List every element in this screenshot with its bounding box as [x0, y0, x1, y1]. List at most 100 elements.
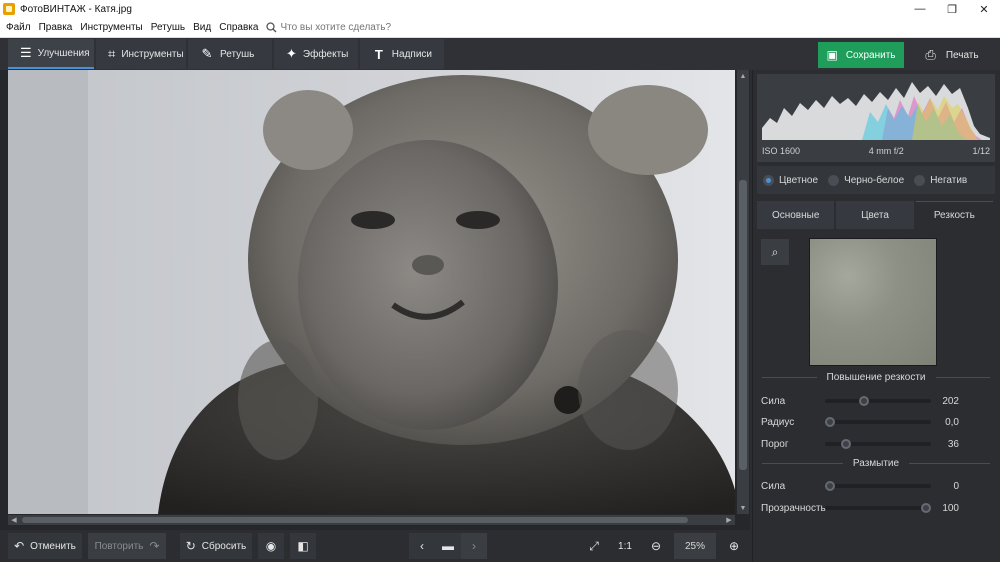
- slider-value: 202: [942, 395, 959, 407]
- menu-edit[interactable]: Правка: [35, 22, 77, 33]
- restore-button[interactable]: ❐: [936, 0, 968, 18]
- folder-icon: ▬: [442, 539, 454, 553]
- reset-icon: ↻: [185, 539, 196, 553]
- exif-info: ISO 1600 4 mm f/2 1/12: [762, 146, 990, 156]
- blur-strength-slider[interactable]: Сила 0: [761, 479, 991, 493]
- window-title: ФотоВИНТАЖ - Катя.jpg: [20, 3, 132, 15]
- print-label: Печать: [945, 49, 979, 61]
- slider-label: Радиус: [761, 416, 795, 428]
- horizontal-scroll-thumb[interactable]: [22, 517, 688, 523]
- undo-button[interactable]: ↶ Отменить: [8, 533, 82, 559]
- menu-view[interactable]: Вид: [189, 22, 215, 33]
- histogram-graph: [762, 82, 990, 140]
- crop-icon: ⌗: [108, 46, 116, 61]
- mode-bw-radio[interactable]: Черно-белое: [828, 174, 904, 186]
- close-button[interactable]: ✕: [968, 0, 1000, 18]
- scroll-right-icon[interactable]: ▶: [723, 515, 735, 525]
- minimize-button[interactable]: —: [904, 0, 936, 18]
- print-button[interactable]: ⎙ Печать: [908, 42, 996, 68]
- plus-circle-icon: ⊕: [728, 539, 740, 553]
- tab-captions[interactable]: T Надписи: [360, 39, 444, 69]
- horizontal-scrollbar[interactable]: ◀ ▶: [8, 515, 735, 525]
- previous-image-button[interactable]: ‹: [409, 533, 435, 559]
- open-folder-button[interactable]: ▬: [435, 533, 461, 559]
- reset-button[interactable]: ↻ Сбросить: [180, 533, 252, 559]
- slider-knob[interactable]: [841, 439, 851, 449]
- slider-knob[interactable]: [921, 503, 931, 513]
- section-title-text: Повышение резкости: [826, 372, 926, 383]
- search-input[interactable]: [280, 22, 441, 33]
- magic-wand-icon: ✦: [286, 46, 297, 61]
- slider-track[interactable]: [825, 396, 931, 406]
- color-mode-selector: Цветное Черно-белое Негатив: [757, 166, 995, 194]
- brush-icon: ✎: [201, 46, 213, 61]
- fit-to-window-button[interactable]: ⤢: [582, 533, 606, 559]
- zoom-in-button[interactable]: ⊕: [722, 533, 746, 559]
- adjustment-tabs: Основные Цвета Резкость: [757, 201, 995, 229]
- tab-tools[interactable]: ⌗ Инструменты: [96, 39, 186, 69]
- slider-knob[interactable]: [859, 396, 869, 406]
- tab-effects[interactable]: ✦ Эффекты: [274, 39, 358, 69]
- sharpen-strength-slider[interactable]: Сила 202: [761, 394, 991, 408]
- radio-icon: [914, 174, 926, 186]
- vertical-scroll-thumb[interactable]: [739, 180, 747, 470]
- scroll-left-icon[interactable]: ◀: [8, 515, 20, 525]
- shutter-value: 1/12: [972, 146, 990, 156]
- slider-label: Порог: [761, 438, 789, 450]
- sliders-icon: ☰: [20, 45, 32, 60]
- section-title-text: Размытие: [852, 458, 900, 469]
- slider-knob[interactable]: [825, 481, 835, 491]
- sharpen-radius-slider[interactable]: Радиус 0,0: [761, 415, 991, 429]
- radio-icon: [828, 174, 840, 186]
- mode-label: Цветное: [779, 174, 819, 186]
- zoom-out-button[interactable]: ⊖: [644, 533, 668, 559]
- tab-sharpness[interactable]: Резкость: [915, 201, 993, 229]
- window-controls: — ❐ ✕: [904, 0, 1000, 18]
- menu-tools[interactable]: Инструменты: [76, 22, 146, 33]
- mode-label: Негатив: [930, 174, 968, 186]
- menu-file[interactable]: Файл: [2, 22, 35, 33]
- scroll-down-icon[interactable]: ▼: [737, 502, 749, 514]
- chevron-right-icon: ›: [472, 539, 476, 553]
- slider-track[interactable]: [825, 481, 931, 491]
- slider-track[interactable]: [825, 503, 931, 513]
- photo-canvas[interactable]: [8, 70, 735, 514]
- sharpen-threshold-slider[interactable]: Порог 36: [761, 437, 991, 451]
- mode-negative-radio[interactable]: Негатив: [914, 174, 968, 186]
- eye-icon: ◉: [265, 539, 277, 553]
- scroll-up-icon[interactable]: ▲: [737, 70, 749, 82]
- tab-colors[interactable]: Цвета: [836, 201, 914, 229]
- save-button[interactable]: ▣ Сохранить: [818, 42, 904, 68]
- vertical-scrollbar[interactable]: ▲ ▼: [737, 70, 749, 514]
- tab-enhancements[interactable]: ☰ Улучшения: [8, 39, 94, 69]
- menu-retouch[interactable]: Ретушь: [147, 22, 189, 33]
- sharpness-preview[interactable]: [809, 238, 937, 366]
- slider-track[interactable]: [825, 439, 931, 449]
- slider-value: 0,0: [945, 416, 959, 428]
- preview-original-button[interactable]: ◉: [258, 533, 284, 559]
- slider-knob[interactable]: [825, 417, 835, 427]
- tab-retouch[interactable]: ✎ Ретушь: [188, 39, 272, 69]
- lens-value: 4 mm f/2: [868, 146, 904, 156]
- next-image-button[interactable]: ›: [461, 533, 487, 559]
- redo-button[interactable]: Повторить ↷: [88, 533, 166, 559]
- text-icon: T: [374, 46, 383, 62]
- command-search[interactable]: [266, 22, 441, 33]
- tab-basic[interactable]: Основные: [757, 201, 835, 229]
- tab-label: Надписи: [391, 48, 432, 60]
- menu-bar: Файл Правка Инструменты Ретушь Вид Справ…: [0, 18, 1000, 38]
- menu-help[interactable]: Справка: [215, 22, 262, 33]
- actual-size-button[interactable]: 1:1: [612, 533, 638, 559]
- slider-label: Сила: [761, 395, 786, 407]
- mode-color-radio[interactable]: Цветное: [763, 174, 819, 186]
- compare-button[interactable]: ◧: [290, 533, 316, 559]
- iso-value: ISO 1600: [762, 146, 801, 156]
- photo-image: [8, 70, 735, 514]
- blur-section-title: Размытие: [752, 458, 1000, 469]
- zoom-preview-button[interactable]: ⌕: [761, 239, 789, 265]
- zoom-level-field[interactable]: 25%: [674, 533, 716, 559]
- radio-selected-icon: [763, 174, 774, 186]
- blur-opacity-slider[interactable]: Прозрачность 100: [761, 501, 991, 515]
- slider-track[interactable]: [825, 417, 931, 427]
- search-icon: [266, 22, 277, 33]
